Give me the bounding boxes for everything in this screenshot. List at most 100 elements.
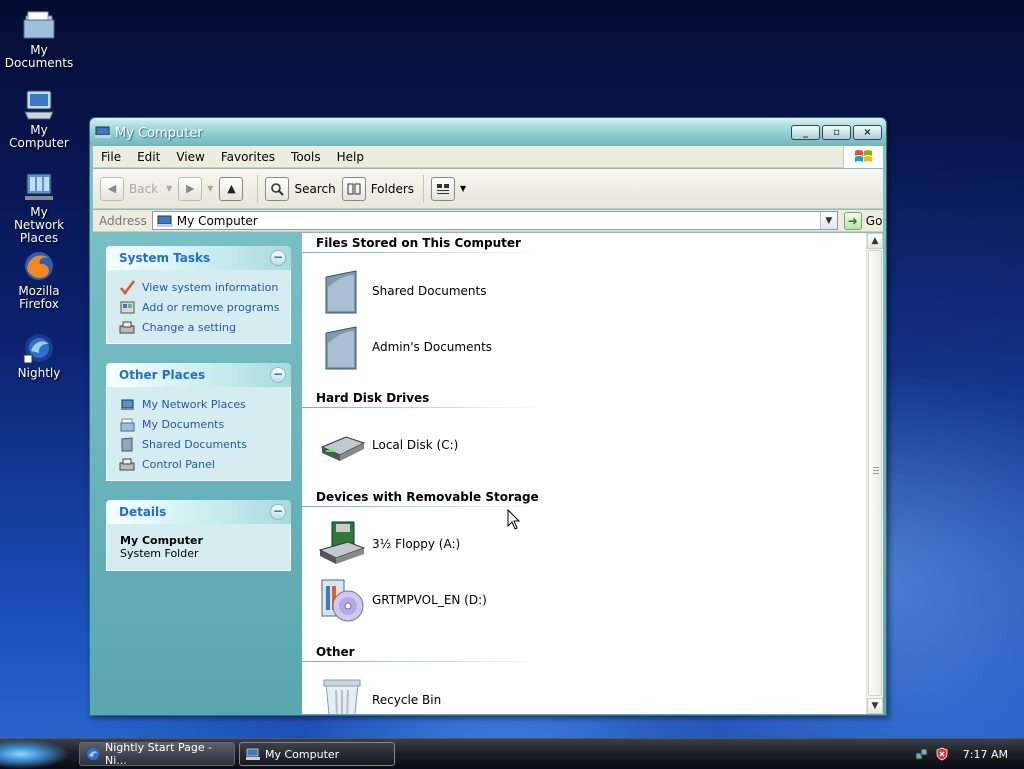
item-label: 3½ Floppy (A:) xyxy=(372,537,461,551)
folder-documents-icon xyxy=(23,11,55,39)
network-icon xyxy=(25,173,53,200)
desktop-icon-my-documents[interactable]: My Documents xyxy=(4,8,74,70)
taskbar-item-nightly[interactable]: Nightly Start Page - Ni... xyxy=(79,741,235,767)
menu-bar: File Edit View Favorites Tools Help xyxy=(93,146,883,168)
search-icon xyxy=(265,176,290,201)
system-tasks-header[interactable]: System Tasks − xyxy=(106,246,291,270)
views-button[interactable]: ▼ xyxy=(431,175,466,203)
explorer-window: My Computer _ ▫ × File Edit View Favorit… xyxy=(89,117,887,716)
maximize-button[interactable]: ▫ xyxy=(822,125,851,140)
taskbar-item-my-computer[interactable]: My Computer xyxy=(239,742,395,766)
menu-tools[interactable]: Tools xyxy=(283,150,329,164)
taskbar-item-label: My Computer xyxy=(265,747,340,761)
firefox-icon xyxy=(25,252,53,280)
item-floppy-a[interactable]: 3½ Floppy (A:) xyxy=(318,520,460,568)
place-label: My Documents xyxy=(142,417,225,431)
place-my-documents[interactable]: My Documents xyxy=(119,414,290,434)
folder-documents-icon xyxy=(120,418,135,431)
item-label: Admin's Documents xyxy=(372,340,493,354)
menu-favorites[interactable]: Favorites xyxy=(213,150,283,164)
programs-icon xyxy=(120,301,135,313)
search-label: Search xyxy=(294,181,336,196)
other-places-header[interactable]: Other Places − xyxy=(106,363,291,387)
chevron-down-icon: ▼ xyxy=(825,215,833,226)
title-bar[interactable]: My Computer _ ▫ × xyxy=(90,118,886,146)
desktop-icon-nightly[interactable]: Nightly xyxy=(4,331,74,380)
details-type: System Folder xyxy=(120,547,199,560)
back-arrow-icon: ◀ xyxy=(100,176,124,201)
group-header-removable: Devices with Removable Storage xyxy=(316,490,539,504)
place-control-panel[interactable]: Control Panel xyxy=(119,454,290,474)
back-button[interactable]: ◀ Back ▼ xyxy=(100,175,172,203)
scroll-down-button[interactable]: ▼ xyxy=(867,698,883,714)
computer-icon xyxy=(95,126,111,138)
close-icon: × xyxy=(863,127,872,138)
group-divider xyxy=(302,661,542,662)
floppy-drive-icon xyxy=(318,521,366,564)
close-button[interactable]: × xyxy=(853,125,882,140)
desktop-icon-mozilla-firefox[interactable]: Mozilla Firefox xyxy=(4,249,74,311)
system-tray: 7:17 AM xyxy=(915,739,1024,769)
collapse-icon[interactable]: − xyxy=(270,504,286,520)
control-panel-icon xyxy=(119,321,135,333)
task-pane: System Tasks − View system information A… xyxy=(93,233,301,714)
go-button[interactable]: ➜ Go xyxy=(843,211,882,230)
item-recycle-bin[interactable]: Recycle Bin xyxy=(318,676,441,714)
group-header-files: Files Stored on This Computer xyxy=(316,236,521,250)
place-shared-documents[interactable]: Shared Documents xyxy=(119,434,290,454)
chevron-down-icon: ▼ xyxy=(166,184,173,193)
scroll-up-button[interactable]: ▲ xyxy=(867,233,883,249)
menu-help[interactable]: Help xyxy=(329,150,372,164)
control-panel-icon xyxy=(119,458,135,470)
item-label: Recycle Bin xyxy=(372,693,442,707)
collapse-icon[interactable]: − xyxy=(270,367,286,383)
vertical-scrollbar[interactable]: ▲ ▼ xyxy=(866,233,883,714)
task-change-setting[interactable]: Change a setting xyxy=(119,317,290,337)
address-bar: Address My Computer ▼ ➜ Go xyxy=(93,210,883,232)
item-label: GRTMPVOL_EN (D:) xyxy=(372,593,487,607)
up-button[interactable]: ▲ xyxy=(219,175,248,203)
task-view-system-information[interactable]: View system information xyxy=(119,277,290,297)
windows-flag-icon xyxy=(854,150,872,162)
network-status-icon[interactable] xyxy=(915,747,929,761)
desktop-icon-my-network-places[interactable]: My Network Places xyxy=(4,170,74,245)
security-shield-icon[interactable] xyxy=(935,747,949,761)
menu-view[interactable]: View xyxy=(168,150,212,164)
group-divider xyxy=(302,407,542,408)
address-input[interactable]: My Computer ▼ xyxy=(151,211,838,230)
details-panel: Details − My Computer System Folder xyxy=(106,500,291,571)
clock[interactable]: 7:17 AM xyxy=(963,748,1008,761)
item-local-disk-c[interactable]: Local Disk (C:) xyxy=(318,421,458,469)
group-header-other: Other xyxy=(316,645,355,659)
desktop-icon-my-computer[interactable]: My Computer xyxy=(4,88,74,150)
forward-button[interactable]: ▶ ▼ xyxy=(178,175,213,203)
network-icon xyxy=(121,399,134,410)
desktop-icon-label: Mozilla Firefox xyxy=(18,284,60,311)
other-places-panel: Other Places − My Network Places My Docu… xyxy=(106,363,291,481)
menu-edit[interactable]: Edit xyxy=(129,150,168,164)
computer-icon xyxy=(24,90,54,120)
item-shared-documents[interactable]: Shared Documents xyxy=(318,267,486,315)
desktop-icon-label: My Documents xyxy=(4,43,74,70)
collapse-icon[interactable]: − xyxy=(270,250,286,266)
item-admins-documents[interactable]: Admin's Documents xyxy=(318,323,492,371)
search-button[interactable]: Search xyxy=(265,175,336,203)
group-header-hard-disks: Hard Disk Drives xyxy=(316,391,430,405)
place-my-network-places[interactable]: My Network Places xyxy=(119,394,290,414)
menu-file[interactable]: File xyxy=(93,150,129,164)
details-header[interactable]: Details − xyxy=(106,500,291,524)
task-add-remove-programs[interactable]: Add or remove programs xyxy=(119,297,290,317)
checkmark-icon xyxy=(120,279,135,295)
minimize-button[interactable]: _ xyxy=(791,125,820,140)
toolbar-separator xyxy=(423,174,425,203)
folders-button[interactable]: Folders xyxy=(341,175,414,203)
recycle-bin-icon xyxy=(323,679,361,714)
item-cd-drive-d[interactable]: GRTMPVOL_EN (D:) xyxy=(318,576,487,624)
maximize-icon: ▫ xyxy=(833,127,840,138)
go-arrow-icon: ➜ xyxy=(843,211,862,230)
scroll-thumb[interactable] xyxy=(868,250,882,696)
system-tasks-panel: System Tasks − View system information A… xyxy=(106,246,291,344)
start-button[interactable] xyxy=(0,739,70,769)
desktop-icon-label: My Computer xyxy=(9,123,69,150)
address-dropdown-button[interactable]: ▼ xyxy=(819,212,837,229)
